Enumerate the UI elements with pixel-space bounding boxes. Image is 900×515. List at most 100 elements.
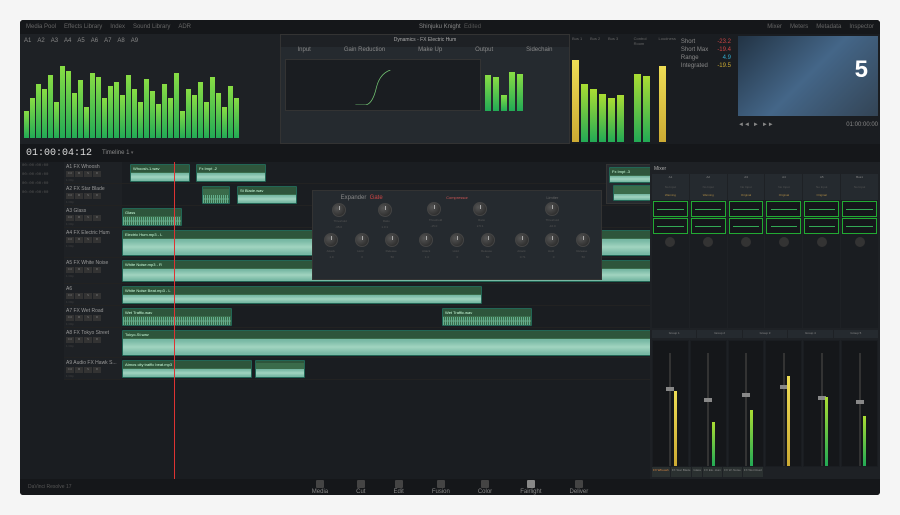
group-tab[interactable]: Group 2 — [697, 330, 741, 338]
eq-curve[interactable] — [766, 201, 801, 217]
record-button[interactable]: R — [93, 293, 101, 299]
record-button[interactable]: R — [93, 193, 101, 199]
record-button[interactable]: R — [93, 337, 101, 343]
track-A6[interactable]: A6 0.0MSR1 ClipWhite Noise Beat.mp3 - L — [64, 284, 650, 306]
dyn-curve[interactable] — [729, 218, 764, 234]
pan-knob[interactable] — [665, 237, 675, 247]
pan-knob[interactable] — [779, 237, 789, 247]
fader[interactable] — [653, 341, 688, 467]
page-fairlight[interactable]: Fairlight — [520, 480, 541, 495]
fader[interactable] — [842, 341, 877, 467]
mixer-channel-header[interactable]: A1 — [652, 174, 689, 184]
pan-knob[interactable] — [703, 237, 713, 247]
tb-metadata[interactable]: Metadata — [816, 24, 841, 30]
track-A7[interactable]: A7 FX Wet Road0.0MSR1 ClipWet Traffic.wa… — [64, 306, 650, 328]
audio-clip[interactable]: Atmos city traffic beat.mp3 — [122, 360, 252, 378]
knob-comp-ratio[interactable] — [473, 202, 487, 216]
tb-adr[interactable]: ADR — [178, 24, 191, 30]
timeline-tracks[interactable]: Expander Gate ThresholdRatio -35.01.0:1 … — [64, 162, 650, 479]
video-preview[interactable] — [738, 36, 878, 116]
play-icon[interactable]: ► — [753, 122, 759, 128]
tb-meters[interactable]: Meters — [790, 24, 808, 30]
solo-button[interactable]: S — [84, 193, 92, 199]
track-A9[interactable]: A9 Audio FX Hawk S...0.0MSR1 ClipAtmos c… — [64, 358, 650, 380]
mixer-channel-header[interactable]: A2 — [690, 174, 727, 184]
floating-clips[interactable]: Fx Impt -3 — [606, 164, 650, 204]
solo-button[interactable]: S — [84, 171, 92, 177]
record-button[interactable]: R — [93, 171, 101, 177]
mixer-channel-header[interactable]: A5 — [803, 174, 840, 184]
tb-inspector[interactable]: Inspector — [849, 24, 874, 30]
fader[interactable] — [691, 341, 726, 467]
fader[interactable] — [804, 341, 839, 467]
next-icon[interactable]: ►► — [762, 122, 774, 128]
audio-clip[interactable] — [255, 360, 305, 378]
record-button[interactable]: R — [93, 267, 101, 273]
audio-clip[interactable]: Wet Traffic.wav — [442, 308, 532, 326]
audio-clip[interactable]: St Blade.wav — [237, 186, 297, 204]
prev-icon[interactable]: ◄◄ — [738, 122, 750, 128]
audio-clip[interactable]: Wet Traffic.wav — [122, 308, 232, 326]
knob-ratio[interactable] — [378, 203, 392, 217]
solo-button[interactable]: S — [84, 315, 92, 321]
dyn-curve[interactable] — [691, 218, 726, 234]
mute-button[interactable]: M — [75, 171, 83, 177]
timecode-display[interactable]: 01:00:04:12 — [26, 148, 92, 159]
mute-button[interactable]: M — [75, 215, 83, 221]
page-deliver[interactable]: Deliver — [570, 480, 589, 495]
mute-button[interactable]: M — [75, 237, 83, 243]
solo-button[interactable]: S — [84, 367, 92, 373]
tb-index[interactable]: Index — [110, 24, 125, 30]
page-color[interactable]: Color — [478, 480, 492, 495]
eq-curve[interactable] — [653, 201, 688, 217]
fader[interactable] — [766, 341, 801, 467]
mixer-channel-header[interactable]: Bus1 — [841, 174, 878, 184]
page-media[interactable]: Media — [312, 480, 328, 495]
page-cut[interactable]: Cut — [356, 480, 365, 495]
track-A1[interactable]: A1 FX Whoosh0.0MSR1 ClipWhoosh-1.wavFx I… — [64, 162, 650, 184]
audio-clip[interactable]: Whoosh-1.wav — [130, 164, 190, 182]
mute-button[interactable]: M — [75, 293, 83, 299]
record-button[interactable]: R — [93, 367, 101, 373]
knob-comp-threshold[interactable] — [427, 202, 441, 216]
mute-button[interactable]: M — [75, 315, 83, 321]
eq-curve[interactable] — [804, 201, 839, 217]
solo-button[interactable]: S — [84, 293, 92, 299]
record-button[interactable]: R — [93, 215, 101, 221]
eq-curve[interactable] — [842, 201, 877, 217]
pan-knob[interactable] — [817, 237, 827, 247]
dyn-curve[interactable] — [653, 218, 688, 234]
mute-button[interactable]: M — [75, 267, 83, 273]
group-tab[interactable]: Group 1 — [652, 330, 696, 338]
playhead[interactable] — [174, 162, 175, 479]
preview-transport[interactable]: ◄◄ ► ►► 01:00:00:00 — [736, 118, 880, 132]
audio-clip[interactable]: Glass — [122, 208, 182, 226]
dyn-curve[interactable] — [804, 218, 839, 234]
pan-knob[interactable] — [741, 237, 751, 247]
dyn-curve[interactable] — [766, 218, 801, 234]
timeline-dropdown[interactable]: Timeline 1 ▾ — [102, 150, 133, 156]
group-tab[interactable]: Group 3 — [743, 330, 787, 338]
mute-button[interactable]: M — [75, 367, 83, 373]
dynamics-graph[interactable] — [285, 59, 481, 111]
page-edit[interactable]: Edit — [393, 480, 403, 495]
tb-media-pool[interactable]: Media Pool — [26, 24, 56, 30]
record-button[interactable]: R — [93, 315, 101, 321]
solo-button[interactable]: S — [84, 215, 92, 221]
solo-button[interactable]: S — [84, 267, 92, 273]
audio-clip[interactable]: Fx Impt -2 — [196, 164, 266, 182]
track-A8[interactable]: A8 FX Tokyo Street0.0MSR1 ClipTokyo-St.w… — [64, 328, 650, 358]
mixer-channel-header[interactable]: A3 — [728, 174, 765, 184]
record-button[interactable]: R — [93, 237, 101, 243]
tb-mixer[interactable]: Mixer — [767, 24, 782, 30]
fader[interactable] — [729, 341, 764, 467]
dynamics-panel[interactable]: Dynamics - FX Electric Hum InputGain Red… — [280, 34, 570, 144]
group-tab[interactable]: Group 4 — [788, 330, 832, 338]
page-fusion[interactable]: Fusion — [432, 480, 450, 495]
dynamics-controls[interactable]: Expander Gate ThresholdRatio -35.01.0:1 … — [312, 190, 602, 280]
audio-clip[interactable] — [202, 186, 230, 204]
mute-button[interactable]: M — [75, 193, 83, 199]
eq-curve[interactable] — [729, 201, 764, 217]
solo-button[interactable]: S — [84, 337, 92, 343]
mixer-channel-header[interactable]: A4 — [765, 174, 802, 184]
